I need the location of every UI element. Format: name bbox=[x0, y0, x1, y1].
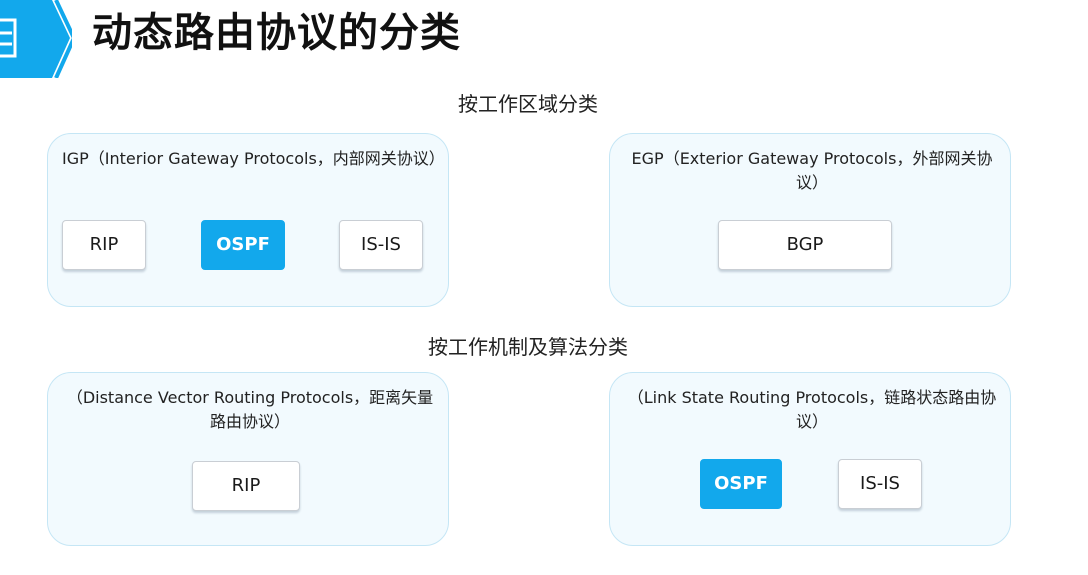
protocol-button-bgp[interactable]: BGP bbox=[718, 220, 892, 270]
panel-link-state: （Link State Routing Protocols，链路状态路由协议） … bbox=[609, 372, 1011, 546]
section-heading-mechanism: 按工作机制及算法分类 bbox=[428, 335, 628, 359]
page-title: 动态路由协议的分类 bbox=[92, 10, 461, 56]
panel-distance-vector: （Distance Vector Routing Protocols，距离矢量路… bbox=[47, 372, 449, 546]
panel-egp: EGP（Exterior Gateway Protocols，外部网关协议） B… bbox=[609, 133, 1011, 307]
protocol-button-rip[interactable]: RIP bbox=[62, 220, 146, 270]
protocol-button-is-is[interactable]: IS-IS bbox=[339, 220, 423, 270]
title-badge bbox=[0, 0, 77, 79]
protocol-button-rip[interactable]: RIP bbox=[192, 461, 300, 511]
protocol-button-ospf[interactable]: OSPF bbox=[700, 459, 782, 509]
panel-title-link-state: （Link State Routing Protocols，链路状态路由协议） bbox=[627, 388, 997, 431]
protocol-button-ospf[interactable]: OSPF bbox=[201, 220, 285, 270]
section-heading-work-area: 按工作区域分类 bbox=[458, 92, 598, 116]
protocol-button-is-is[interactable]: IS-IS bbox=[838, 459, 922, 509]
panel-title-igp: IGP（Interior Gateway Protocols，内部网关协议） bbox=[62, 149, 445, 168]
document-icon bbox=[0, 0, 77, 79]
panel-igp: IGP（Interior Gateway Protocols，内部网关协议） R… bbox=[47, 133, 449, 307]
panel-title-egp: EGP（Exterior Gateway Protocols，外部网关协议） bbox=[631, 149, 993, 192]
panel-title-distance-vector: （Distance Vector Routing Protocols，距离矢量路… bbox=[66, 388, 434, 431]
